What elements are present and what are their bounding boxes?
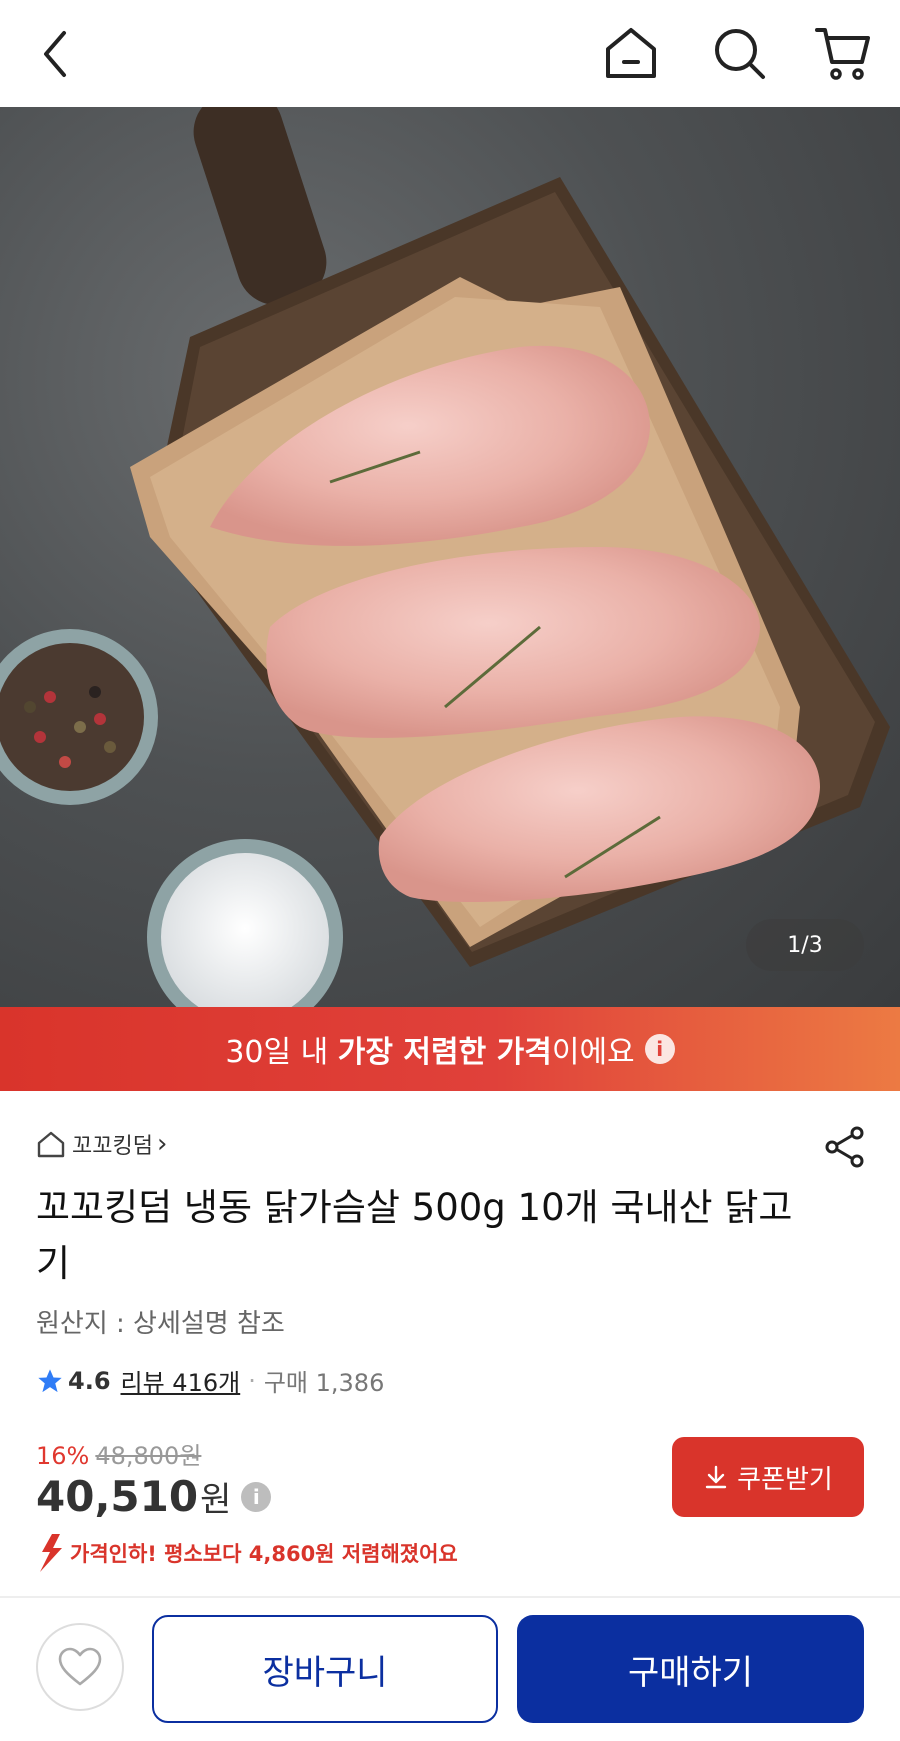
product-photo (0, 107, 890, 1007)
price-drop-arrow-icon (40, 1534, 62, 1572)
banner-prefix: 30일 내 (225, 1035, 338, 1070)
banner-emphasis: 가장 저렴한 가격 (337, 1035, 552, 1070)
product-title: 꼬꼬킹덤 냉동 닭가슴살 500g 10개 국내산 닭고기 (36, 1186, 793, 1285)
buy-now-button[interactable]: 구매하기 (517, 1615, 864, 1723)
chevron-right-icon: › (156, 1129, 168, 1159)
divider (0, 1596, 900, 1598)
share-icon (825, 1126, 864, 1168)
rating-score: 4.6 (68, 1366, 111, 1395)
origin-info: 원산지 : 상세설명 참조 (36, 1309, 285, 1339)
back-button[interactable] (30, 24, 80, 84)
home-icon (606, 28, 656, 78)
rating-row: 4.6 리뷰 416개 · 구매 1,386 (36, 1363, 384, 1398)
chevron-left-icon (44, 31, 66, 77)
purchase-count: 구매 1,386 (263, 1369, 385, 1397)
share-button[interactable] (820, 1122, 870, 1172)
price-drop-text: 가격인하! 평소보다 4,860원 저렴해졌어요 (70, 1542, 458, 1566)
separator-dot: · (248, 1366, 256, 1395)
search-button[interactable] (708, 22, 770, 84)
price-unit: 원 (200, 1480, 232, 1520)
price-drop-note: 가격인하! 평소보다 4,860원 저렴해졌어요 (36, 1534, 458, 1572)
download-icon (705, 1465, 727, 1489)
price-row: 40,510 원 i (36, 1472, 272, 1521)
coupon-label: 쿠폰받기 (737, 1464, 833, 1495)
store-name: 꼬꼬킹덤 (72, 1134, 153, 1159)
review-link[interactable]: 리뷰 416개 (121, 1363, 241, 1398)
cart-button[interactable] (812, 22, 874, 84)
like-button[interactable] (36, 1623, 124, 1711)
discount-row: 16% 48,800원 (36, 1436, 201, 1471)
coupon-button[interactable]: 쿠폰받기 (672, 1437, 864, 1517)
discount-percent: 16% (36, 1442, 90, 1470)
product-image-carousel[interactable]: 1/3 (0, 107, 900, 1007)
store-home-icon (37, 1131, 65, 1158)
sale-price: 40,510 (36, 1472, 199, 1521)
info-icon[interactable]: i (644, 1034, 675, 1064)
heart-icon (58, 1647, 102, 1686)
original-price: 48,800원 (95, 1442, 202, 1470)
cart-icon (815, 28, 870, 80)
price-info-icon[interactable]: i (241, 1481, 272, 1512)
lowest-price-banner: 30일 내 가장 저렴한 가격 이에요 i (0, 1007, 900, 1091)
search-icon (715, 29, 765, 79)
store-link[interactable]: 꼬꼬킹덤 › (36, 1128, 167, 1160)
top-navigation-bar (0, 0, 900, 107)
star-icon (38, 1368, 62, 1392)
image-counter: 1/3 (746, 919, 864, 971)
home-button[interactable] (600, 22, 662, 84)
add-to-cart-button[interactable]: 장바구니 (152, 1615, 498, 1723)
banner-suffix: 이에요 (551, 1035, 635, 1070)
